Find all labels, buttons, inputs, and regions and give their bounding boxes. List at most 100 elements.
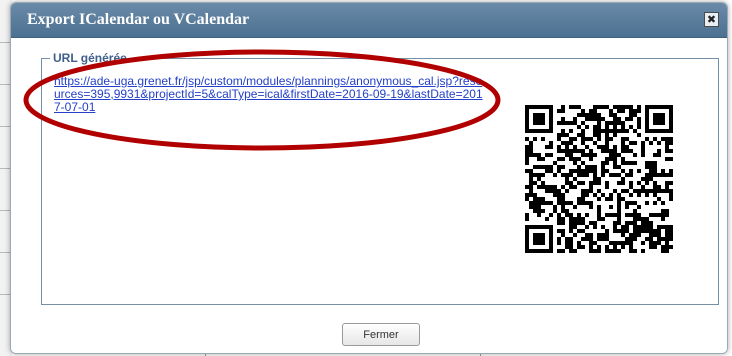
qr-module	[637, 121, 641, 125]
qr-module	[537, 177, 541, 181]
qr-module	[561, 205, 565, 209]
qr-module	[561, 117, 565, 121]
qr-module	[581, 173, 585, 177]
qr-module	[637, 193, 641, 197]
qr-module	[581, 113, 585, 117]
qr-module	[665, 137, 669, 141]
qr-module	[657, 233, 661, 237]
qr-module	[637, 117, 641, 121]
qr-module	[569, 181, 573, 185]
qr-module	[653, 181, 657, 185]
qr-module	[613, 105, 617, 109]
qr-module	[625, 117, 629, 121]
qr-module	[589, 249, 593, 253]
qr-module	[565, 213, 569, 217]
qr-module	[649, 213, 653, 217]
qr-module	[625, 237, 629, 241]
qr-module	[665, 141, 669, 145]
qr-module	[657, 229, 661, 233]
qr-module	[609, 213, 613, 217]
qr-module	[629, 201, 633, 205]
qr-module	[629, 249, 633, 253]
qr-module	[609, 137, 613, 141]
qr-module	[549, 153, 553, 157]
qr-module	[621, 181, 625, 185]
qr-module	[625, 201, 629, 205]
qr-module	[585, 137, 589, 141]
qr-module	[541, 157, 545, 161]
qr-module	[621, 125, 625, 129]
qr-module	[597, 197, 601, 201]
qr-module	[653, 185, 657, 189]
qr-module	[665, 213, 669, 217]
qr-module	[601, 237, 605, 241]
qr-module	[597, 113, 601, 117]
qr-module	[585, 201, 589, 205]
qr-module	[613, 213, 617, 217]
qr-module	[649, 233, 653, 237]
qr-module	[565, 121, 569, 125]
qr-module	[661, 209, 665, 213]
qr-module	[537, 201, 541, 205]
qr-module	[641, 145, 645, 149]
qr-module	[577, 149, 581, 153]
qr-module	[637, 125, 641, 129]
qr-module	[665, 249, 669, 253]
qr-module	[581, 161, 585, 165]
qr-module	[597, 213, 601, 217]
qr-module	[617, 197, 621, 201]
qr-module	[569, 201, 573, 205]
qr-module	[565, 189, 569, 193]
qr-module	[597, 245, 601, 249]
qr-module	[665, 185, 669, 189]
qr-module	[669, 141, 673, 145]
qr-module	[617, 209, 621, 213]
qr-module	[589, 113, 593, 117]
qr-module	[661, 169, 665, 173]
qr-module	[633, 221, 637, 225]
generated-url-fieldset: URL générée https://ade-uga.grenet.fr/js…	[23, 49, 719, 305]
dialog-titlebar: Export ICalendar ou VCalendar ✖	[11, 3, 727, 38]
qr-module	[541, 137, 545, 141]
qr-module	[601, 169, 605, 173]
qr-module	[641, 225, 645, 229]
qr-module	[573, 185, 577, 189]
qr-module	[549, 141, 553, 145]
qr-module	[589, 205, 593, 209]
qr-module	[633, 225, 637, 229]
close-icon[interactable]: ✖	[704, 12, 719, 27]
qr-module	[569, 213, 573, 217]
qr-module	[545, 217, 549, 221]
qr-module	[605, 125, 609, 129]
qr-finder-core	[533, 233, 545, 245]
qr-module	[637, 133, 641, 137]
qr-module	[581, 137, 585, 141]
qr-module	[581, 109, 585, 113]
qr-module	[605, 245, 609, 249]
qr-module	[613, 153, 617, 157]
qr-module	[573, 217, 577, 221]
qr-module	[629, 105, 633, 109]
qr-module	[633, 113, 637, 117]
qr-module	[597, 205, 601, 209]
qr-module	[545, 145, 549, 149]
qr-module	[661, 249, 665, 253]
qr-module	[561, 197, 565, 201]
qr-module	[645, 237, 649, 241]
qr-module	[557, 237, 561, 241]
qr-module	[581, 141, 585, 145]
qr-module	[569, 137, 573, 141]
qr-module	[537, 213, 541, 217]
qr-module	[653, 161, 657, 165]
qr-module	[669, 181, 673, 185]
qr-module	[565, 149, 569, 153]
close-button[interactable]: Fermer	[342, 323, 420, 346]
qr-module	[573, 145, 577, 149]
qr-module	[629, 113, 633, 117]
qr-module	[605, 185, 609, 189]
qr-module	[529, 177, 533, 181]
calendar-url-link[interactable]: https://ade-uga.grenet.fr/jsp/custom/mod…	[54, 75, 484, 114]
qr-module	[593, 125, 597, 129]
qr-module	[529, 153, 533, 157]
qr-module	[569, 241, 573, 245]
